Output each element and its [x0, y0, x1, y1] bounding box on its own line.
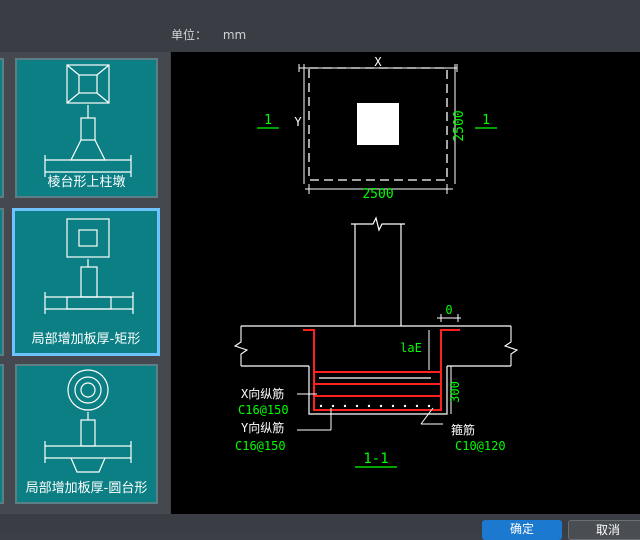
- section-title: 1-1: [363, 451, 388, 467]
- stirrup-label: 箍筋: [451, 422, 475, 437]
- top-rebar: [303, 329, 460, 411]
- column-section: [357, 103, 399, 145]
- plan-x-label: X: [374, 55, 382, 69]
- pier-frustum-thumbnail-icon: [44, 64, 132, 177]
- ok-button[interactable]: 确定: [482, 520, 562, 540]
- section-drawing: X Y 2500 2500 1 1 0 laE 300 X向纵筋 C16@150…: [233, 55, 519, 468]
- section-mark-right: 1: [482, 113, 490, 128]
- partial-card-3[interactable]: [0, 364, 4, 504]
- column-break-line: [351, 216, 405, 232]
- partial-card-2[interactable]: [0, 208, 4, 356]
- x-rebar-spec: C16@150: [238, 403, 289, 417]
- unit-value: mm: [222, 28, 247, 42]
- partial-card-1[interactable]: [0, 58, 4, 198]
- component-label: 局部增加板厚-圆台形: [25, 481, 148, 496]
- drop-panel-outline: [308, 366, 448, 415]
- unit-label: 单位：: [171, 28, 208, 42]
- component-label: 棱台形上柱墩: [47, 175, 126, 190]
- component-card-local-thicken-frustum[interactable]: 局部增加板厚-圆台形: [15, 364, 158, 504]
- y-rebar-dots: [319, 404, 431, 408]
- plan-width-dim: 2500: [362, 187, 393, 202]
- section-view: 0 laE 300 X向纵筋 C16@150 Y向纵筋 C16@150 箍筋 C…: [233, 216, 519, 468]
- x-rebar-label: X向纵筋: [241, 386, 284, 401]
- component-list: 棱台形上柱墩 局部增加板厚-矩形 局部增加板厚-圆台形: [0, 52, 170, 514]
- component-label: 局部增加板厚-矩形: [31, 332, 141, 347]
- header-bar: 单位： mm: [0, 0, 640, 52]
- component-card-pier-frustum[interactable]: 棱台形上柱墩: [15, 58, 158, 198]
- plan-view: X Y 2500 2500 1 1: [257, 55, 497, 202]
- y-rebar-label: Y向纵筋: [241, 420, 284, 435]
- cancel-button[interactable]: 取消: [568, 520, 640, 540]
- local-thicken-frustum-thumbnail-icon: [44, 369, 132, 473]
- drawing-canvas: X Y 2500 2500 1 1 0 laE 300 X向纵筋 C16@150…: [171, 52, 640, 514]
- stirrup-spec: C10@120: [455, 439, 506, 453]
- anchor-label: laE: [400, 341, 422, 355]
- plan-y-label: Y: [294, 115, 302, 129]
- component-card-local-thicken-rect[interactable]: 局部增加板厚-矩形: [12, 208, 160, 356]
- cover-dim: 0: [445, 303, 452, 317]
- unit-display: 单位： mm: [171, 26, 246, 43]
- section-mark-left: 1: [264, 113, 272, 128]
- depth-dim: 300: [448, 381, 462, 403]
- local-thicken-rect-thumbnail-icon: [44, 218, 134, 314]
- y-rebar-spec: C16@150: [235, 439, 286, 453]
- plan-height-dim: 2500: [452, 110, 467, 141]
